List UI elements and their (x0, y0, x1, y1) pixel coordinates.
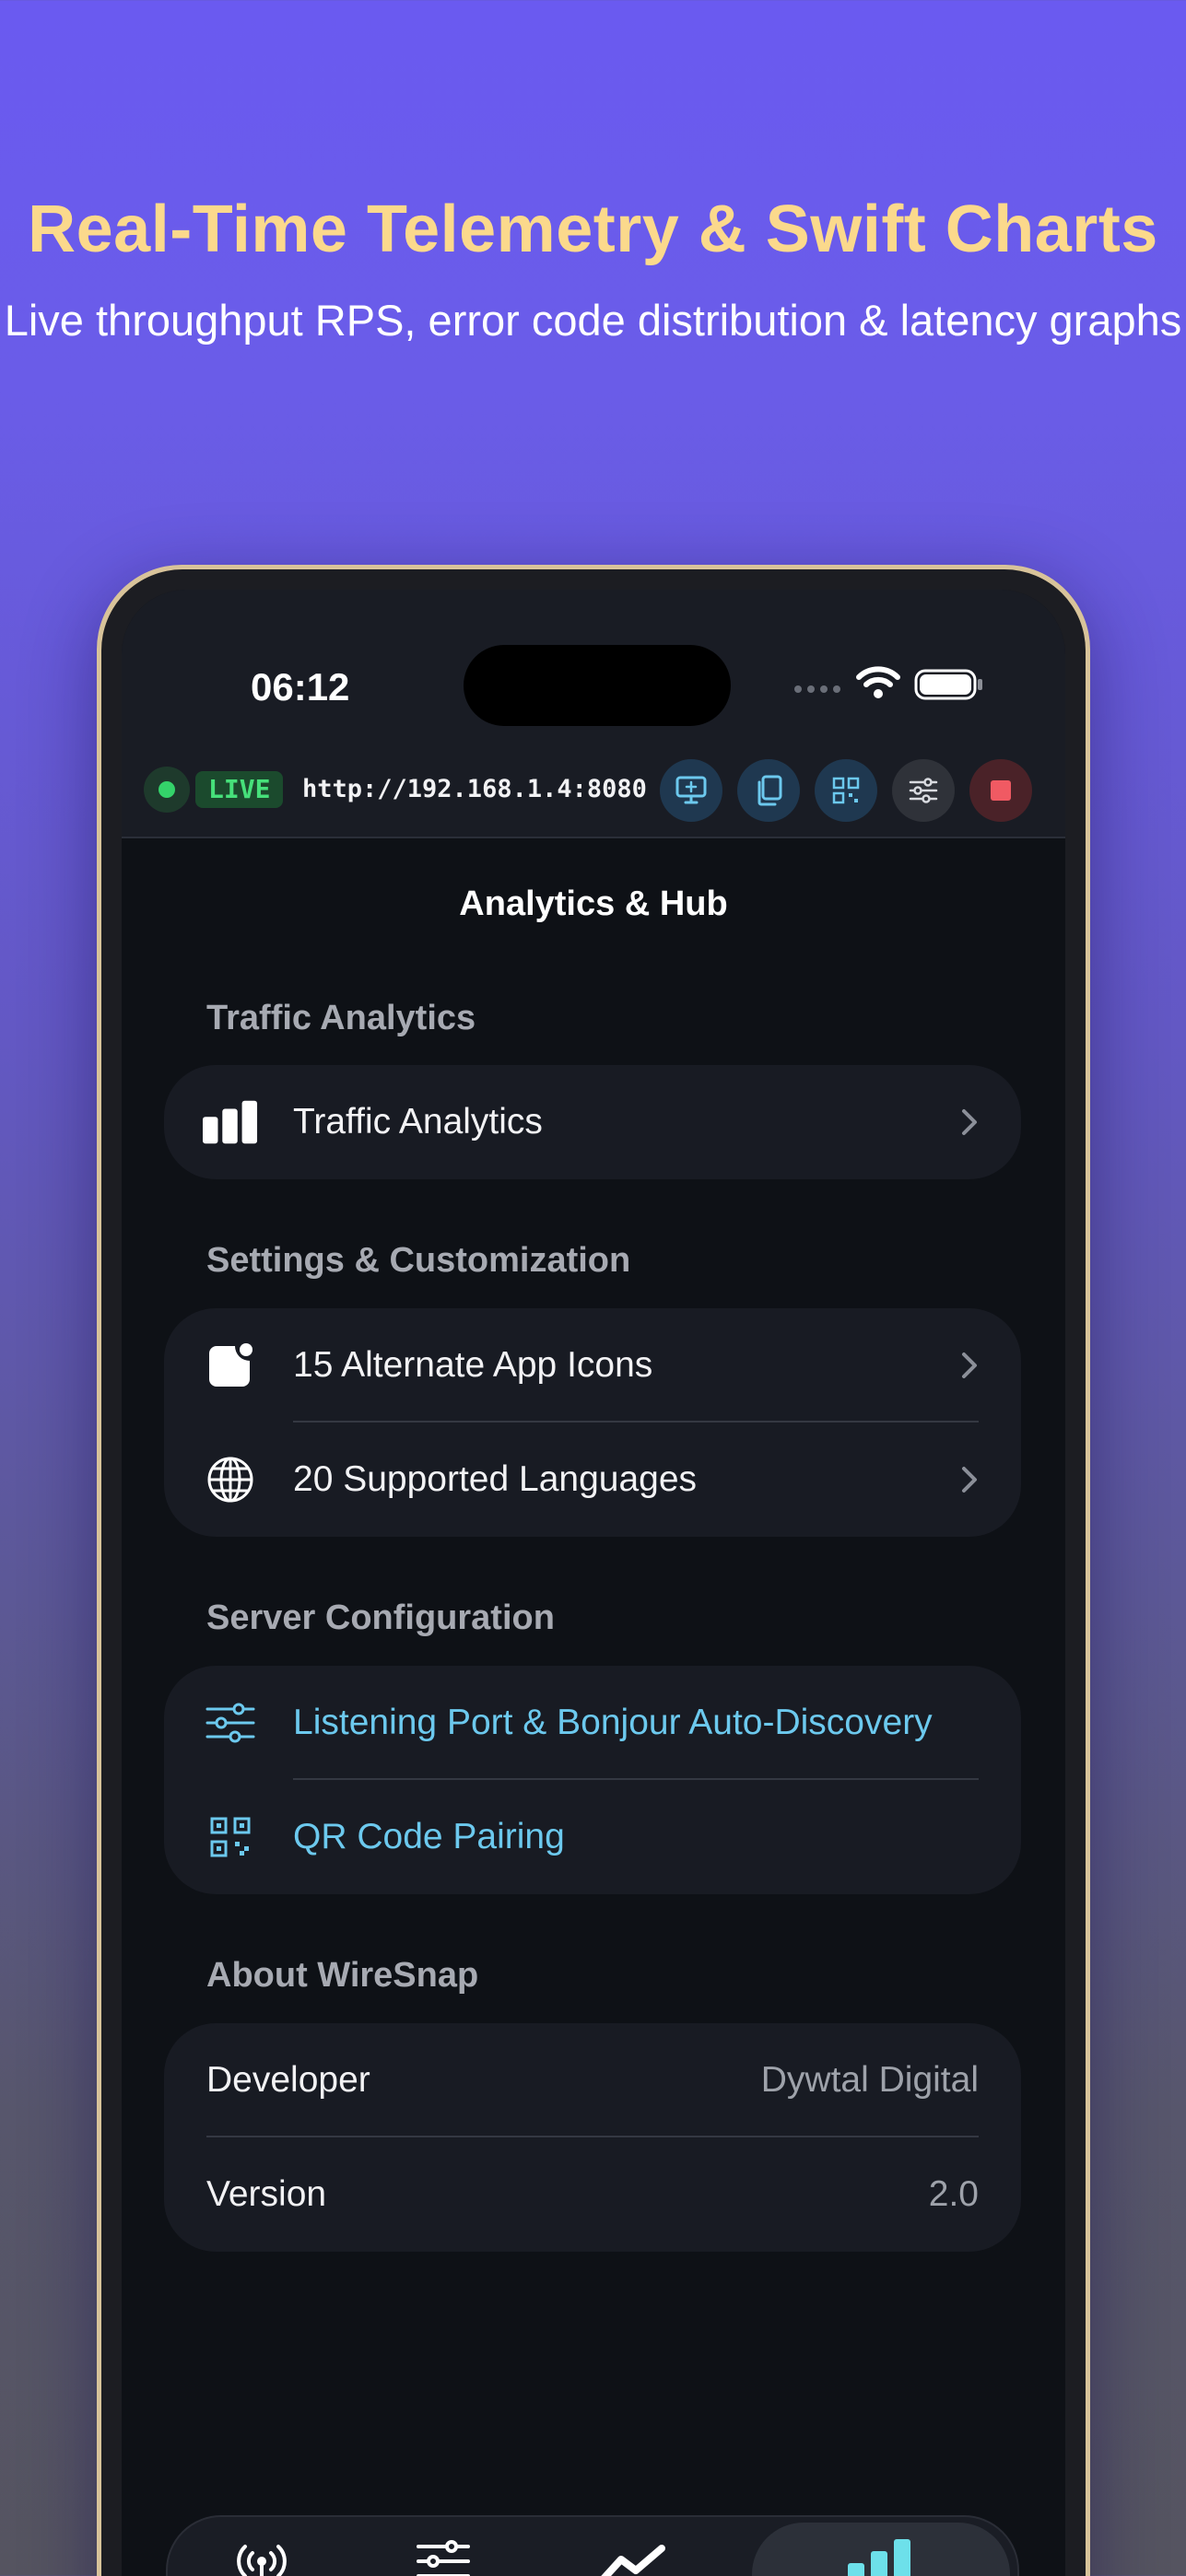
status-bar: 06:12 LIVE http://192.168.1.4:8080 (122, 590, 1065, 838)
row-label: Version (206, 2174, 327, 2214)
card-settings: 15 Alternate App Icons 20 Supported Lang… (164, 1308, 1021, 1537)
app-icon (203, 1343, 258, 1388)
chart-bar-icon (203, 1100, 258, 1144)
wifi-icon (856, 666, 900, 698)
row-label: 20 Supported Languages (293, 1459, 698, 1499)
row-label: Traffic Analytics (293, 1102, 543, 1142)
phone-frame: 06:12 LIVE http://192.168.1.4:8080 Analy… (97, 565, 1090, 2576)
row-label: 15 Alternate App Icons (293, 1345, 653, 1385)
chart-bar-icon (848, 2539, 910, 2576)
headline: Real-Time Telemetry & Swift Charts (28, 193, 1158, 266)
stop-icon (991, 780, 1011, 801)
open-browser-button[interactable] (660, 759, 722, 822)
live-indicator (144, 767, 190, 813)
row-supported-languages[interactable]: 20 Supported Languages (164, 1423, 1021, 1537)
server-url[interactable]: http://192.168.1.4:8080 (302, 775, 647, 803)
section-title-server: Server Configuration (206, 1598, 555, 1637)
section-title-traffic: Traffic Analytics (206, 999, 476, 1037)
row-label: Developer (206, 2060, 370, 2100)
section-title-about: About WireSnap (206, 1956, 479, 1995)
row-qr-code-pairing[interactable]: QR Code Pairing (164, 1780, 1021, 1894)
section-title-settings: Settings & Customization (206, 1241, 631, 1280)
chevron-right-icon (962, 1467, 977, 1493)
row-developer: Developer Dywtal Digital (164, 2023, 1021, 2137)
row-traffic-analytics[interactable]: Traffic Analytics (164, 1065, 1021, 1179)
battery-icon (914, 669, 982, 700)
dynamic-island (464, 645, 731, 726)
row-listening-port[interactable]: Listening Port & Bonjour Auto-Discovery (164, 1666, 1021, 1780)
row-label: QR Code Pairing (293, 1817, 565, 1856)
settings-button[interactable] (892, 759, 955, 822)
row-label: Listening Port & Bonjour Auto-Discovery (293, 1703, 933, 1742)
card-traffic: Traffic Analytics (164, 1065, 1021, 1179)
tab-server[interactable] (234, 2539, 289, 2576)
qr-code-icon (203, 1815, 258, 1859)
trend-line-icon (601, 2545, 665, 2576)
globe-icon (203, 1457, 258, 1503)
stop-server-button[interactable] (969, 759, 1032, 822)
antenna-icon (237, 2545, 287, 2576)
card-server: Listening Port & Bonjour Auto-Discovery (164, 1666, 1021, 1894)
card-about: Developer Dywtal Digital Version 2.0 (164, 2023, 1021, 2252)
chevron-right-icon (962, 1109, 977, 1135)
app-screen: 06:12 LIVE http://192.168.1.4:8080 Analy… (122, 590, 1065, 2576)
tab-bar (166, 2515, 1019, 2576)
sliders-icon (203, 1701, 258, 1745)
tab-rules[interactable] (417, 2539, 470, 2576)
qr-code-button[interactable] (815, 759, 877, 822)
monitor-icon (675, 776, 707, 804)
qr-code-icon (832, 777, 860, 804)
cellular-signal-icon (794, 685, 840, 693)
row-version: Version 2.0 (164, 2137, 1021, 2252)
sliders-icon (909, 778, 938, 803)
subheadline: Live throughput RPS, error code distribu… (4, 296, 1182, 345)
tab-traffic[interactable] (601, 2539, 665, 2576)
live-badge: LIVE (195, 771, 284, 808)
chevron-right-icon (962, 1352, 977, 1378)
status-time: 06:12 (251, 665, 350, 708)
row-value: Dywtal Digital (760, 2060, 979, 2100)
nav-title: Analytics & Hub (459, 884, 728, 923)
server-toolbar: LIVE http://192.168.1.4:8080 (122, 728, 1065, 838)
row-alternate-app-icons[interactable]: 15 Alternate App Icons (164, 1308, 1021, 1423)
sliders-icon (417, 2540, 470, 2576)
row-value: 2.0 (928, 2174, 979, 2214)
tab-analytics[interactable] (848, 2539, 912, 2576)
copy-icon (757, 775, 782, 806)
copy-url-button[interactable] (737, 759, 800, 822)
